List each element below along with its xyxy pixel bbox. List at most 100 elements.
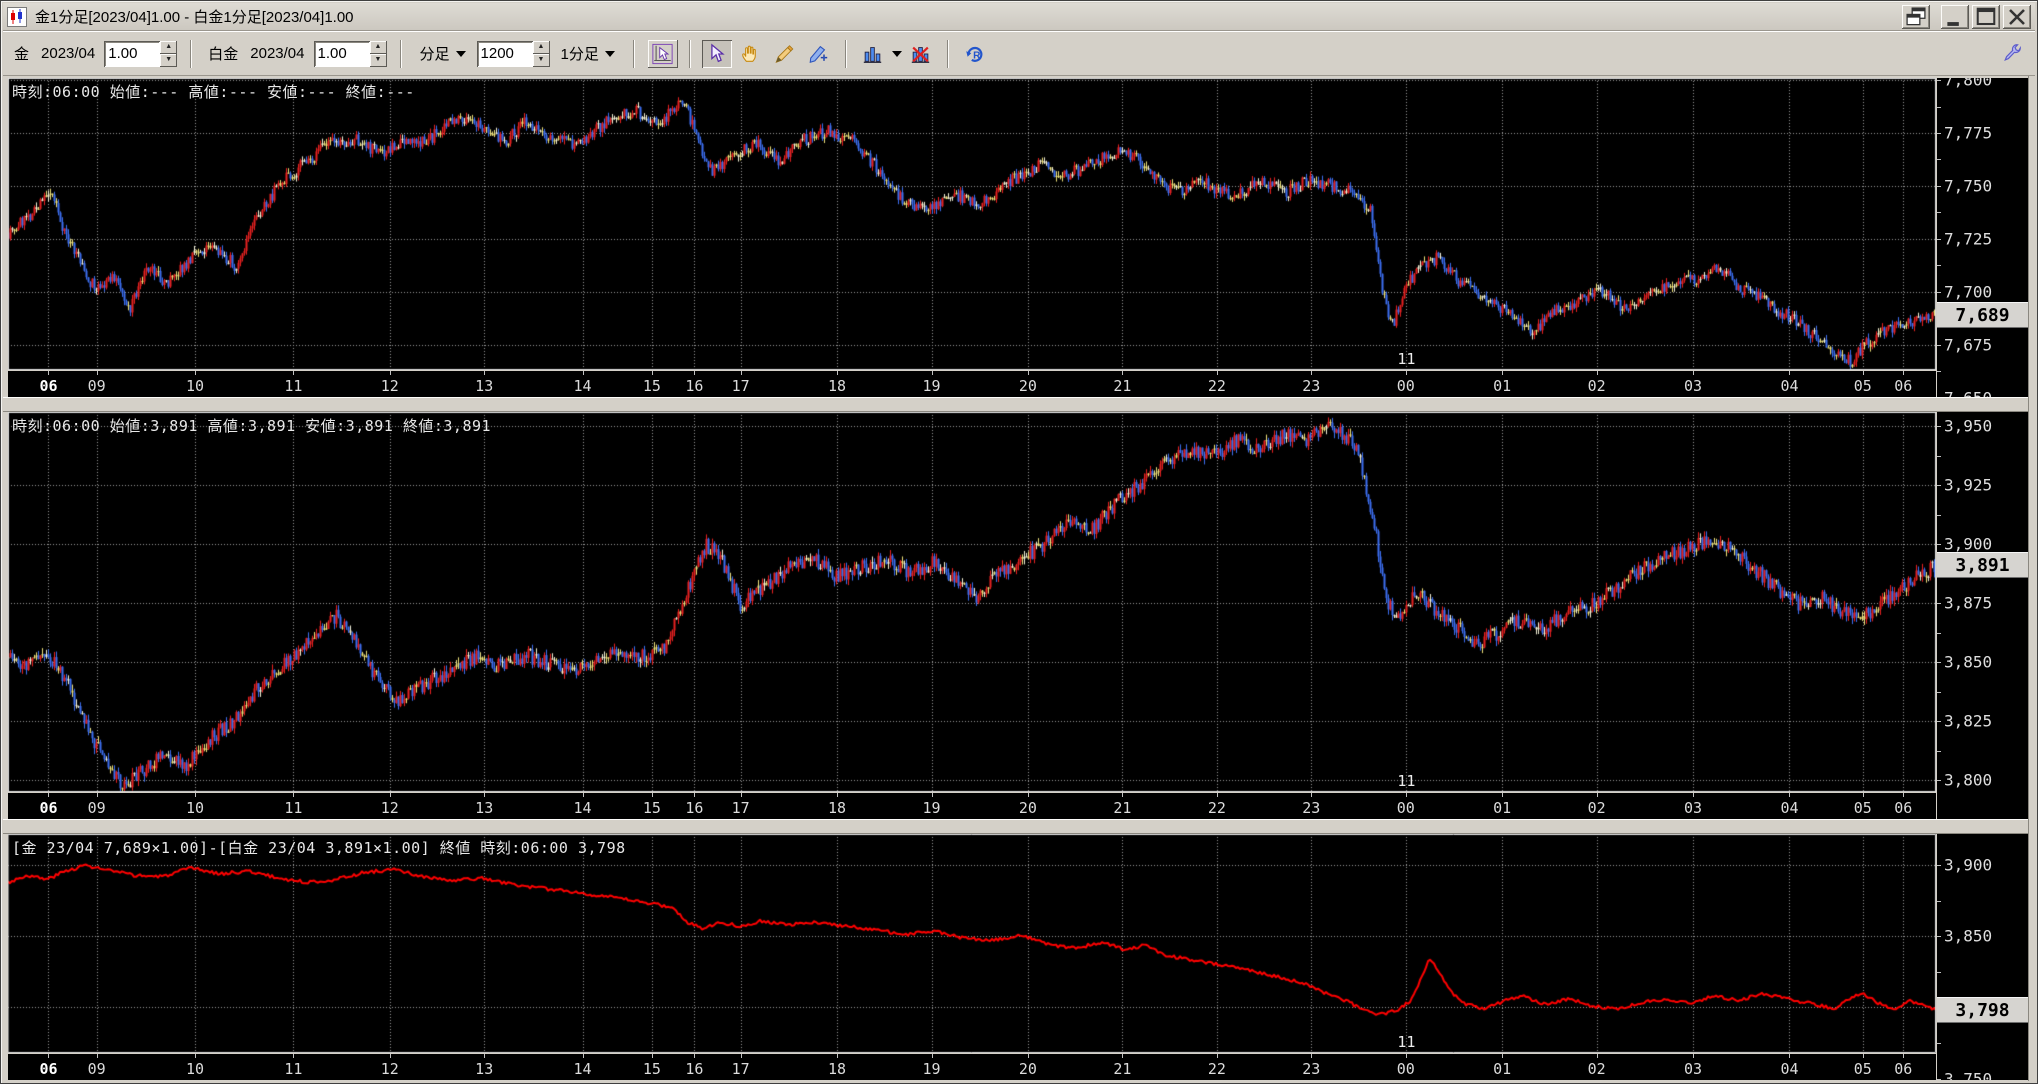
- minimize-button[interactable]: [1941, 5, 1969, 29]
- x-axis-tick: [652, 793, 653, 797]
- y-axis-price-label: 3,825: [1944, 712, 1992, 731]
- x-axis-hour-label: 22: [1208, 1060, 1226, 1078]
- x-axis-tick: [741, 371, 742, 375]
- spread-chart-plot[interactable]: [金 23/04 7,689×1.00]-[白金 23/04 3,891×1.0…: [8, 834, 1936, 1053]
- y-axis-tick: [1937, 972, 1941, 973]
- last-price-badge: 3,891: [1937, 552, 2028, 578]
- gold-candlestick-canvas[interactable]: [8, 78, 1936, 370]
- y-axis-price-label: 3,900: [1944, 535, 1992, 554]
- spin-up-button[interactable]: ▲: [370, 41, 387, 54]
- y-axis-tick: [1937, 292, 1941, 293]
- x-axis-tick: [1122, 1054, 1123, 1058]
- x-axis-tick: [652, 1054, 653, 1058]
- x-axis-tick: [1693, 371, 1694, 375]
- y-axis-tick: [1937, 371, 1941, 372]
- date-marker: 11: [1397, 772, 1415, 790]
- close-button[interactable]: [2003, 5, 2031, 29]
- gold-multiplier-spinner: ▲▼: [104, 41, 177, 67]
- platinum-multiplier-spinner: ▲▼: [314, 41, 387, 67]
- x-axis-hour-label: 10: [186, 799, 204, 817]
- spin-down-button[interactable]: ▼: [370, 54, 387, 67]
- spin-down-button[interactable]: ▼: [160, 54, 177, 67]
- x-axis-tick: [1597, 1054, 1598, 1058]
- y-axis-price-label: 7,725: [1944, 229, 1992, 248]
- gold-multiplier-input[interactable]: [104, 41, 160, 67]
- hand-pan-icon[interactable]: [736, 40, 766, 68]
- spin-down-button[interactable]: ▼: [533, 54, 550, 67]
- x-axis-hour-label: 11: [284, 377, 302, 395]
- y-axis-tick: [1937, 239, 1941, 240]
- bar-count-input[interactable]: [477, 41, 533, 67]
- y-axis-price-label: 3,925: [1944, 476, 1992, 495]
- x-axis-tick: [652, 371, 653, 375]
- spin-up-button[interactable]: ▲: [160, 41, 177, 54]
- spin-up-button[interactable]: ▲: [533, 41, 550, 54]
- panel-separator[interactable]: [3, 819, 2035, 834]
- x-axis-tick: [97, 1054, 98, 1058]
- x-axis-hour-label: 02: [1588, 377, 1606, 395]
- x-axis-tick: [1217, 793, 1218, 797]
- x-axis-hour-label: 11: [284, 1060, 302, 1078]
- x-axis-hour-label: 19: [922, 799, 940, 817]
- bar-chart-remove-icon[interactable]: [906, 40, 936, 68]
- period-dropdown[interactable]: 1分足: [556, 41, 620, 66]
- x-axis-hour-label: 06: [39, 377, 57, 395]
- x-axis-hour-label: 12: [381, 799, 399, 817]
- y-axis-tick: [1937, 780, 1941, 781]
- spread-y-axis: 3,9003,8503,8003,7503,798: [1937, 834, 2028, 1080]
- x-axis-tick: [1903, 371, 1904, 375]
- x-axis-tick: [97, 793, 98, 797]
- platinum-multiplier-input[interactable]: [314, 41, 370, 67]
- x-axis-hour-label: 23: [1302, 799, 1320, 817]
- chevron-down-icon[interactable]: [892, 51, 902, 57]
- y-axis-tick: [1937, 1079, 1941, 1080]
- platinum-chart-plot[interactable]: 時刻:06:00 始値:3,891 高値:3,891 安値:3,891 終値:3…: [8, 412, 1936, 792]
- x-axis-tick: [1028, 793, 1029, 797]
- x-axis-hour-label: 13: [475, 1060, 493, 1078]
- window-title: 金1分足[2023/04]1.00 - 白金1分足[2023/04]1.00: [35, 6, 1894, 27]
- x-axis-hour-label: 05: [1854, 377, 1872, 395]
- bar-chart-dropdown-icon[interactable]: [858, 40, 888, 68]
- x-axis-hour-label: 00: [1397, 377, 1415, 395]
- toolbar-icon-buttons: R: [648, 40, 990, 68]
- x-axis-tick: [1693, 1054, 1694, 1058]
- x-axis-hour-label: 22: [1208, 377, 1226, 395]
- x-axis-tick: [932, 1054, 933, 1058]
- x-axis-hour-label: 09: [88, 1060, 106, 1078]
- x-axis-hour-label: 20: [1019, 799, 1037, 817]
- x-axis-hour-label: 18: [828, 1060, 846, 1078]
- x-axis-tick: [583, 793, 584, 797]
- bar-count-spinner: ▲▼: [477, 41, 550, 67]
- x-axis-tick: [1406, 793, 1407, 797]
- maximize-button[interactable]: [1972, 5, 2000, 29]
- x-axis-tick: [583, 1054, 584, 1058]
- x-axis-hour-label: 03: [1684, 1060, 1702, 1078]
- chart-select-icon[interactable]: [648, 40, 678, 68]
- y-axis-tick: [1937, 265, 1941, 266]
- reset-rotate-icon[interactable]: R: [960, 40, 990, 68]
- right-edge-strip: [2028, 76, 2035, 1081]
- panel-separator[interactable]: [3, 397, 2035, 412]
- interval-dropdown[interactable]: 分足: [415, 41, 471, 66]
- pencil-draw-icon[interactable]: [770, 40, 800, 68]
- x-axis-hour-label: 01: [1493, 799, 1511, 817]
- x-axis-hour-label: 18: [828, 377, 846, 395]
- x-axis-tick: [741, 793, 742, 797]
- cursor-icon[interactable]: [702, 40, 732, 68]
- pen-crosshair-icon[interactable]: [804, 40, 834, 68]
- y-axis-tick: [1937, 515, 1941, 516]
- x-axis-tick: [390, 371, 391, 375]
- platinum-candlestick-canvas[interactable]: [8, 412, 1936, 792]
- y-axis-tick: [1937, 633, 1941, 634]
- title-bar[interactable]: 金1分足[2023/04]1.00 - 白金1分足[2023/04]1.00: [3, 3, 2035, 31]
- x-axis-tick: [195, 793, 196, 797]
- wrench-settings-icon[interactable]: [1997, 40, 2027, 68]
- y-axis-price-label: 3,950: [1944, 417, 1992, 436]
- x-axis-hour-label: 04: [1780, 799, 1798, 817]
- spread-line-canvas[interactable]: [8, 834, 1936, 1053]
- cascade-button[interactable]: [1902, 5, 1930, 29]
- x-axis-hour-label: 03: [1684, 377, 1702, 395]
- x-axis-tick: [1406, 1054, 1407, 1058]
- platinum-label: 白金: [205, 43, 241, 64]
- gold-chart-plot[interactable]: 時刻:06:00 始値:--- 高値:--- 安値:--- 終値:--- 11: [8, 78, 1936, 370]
